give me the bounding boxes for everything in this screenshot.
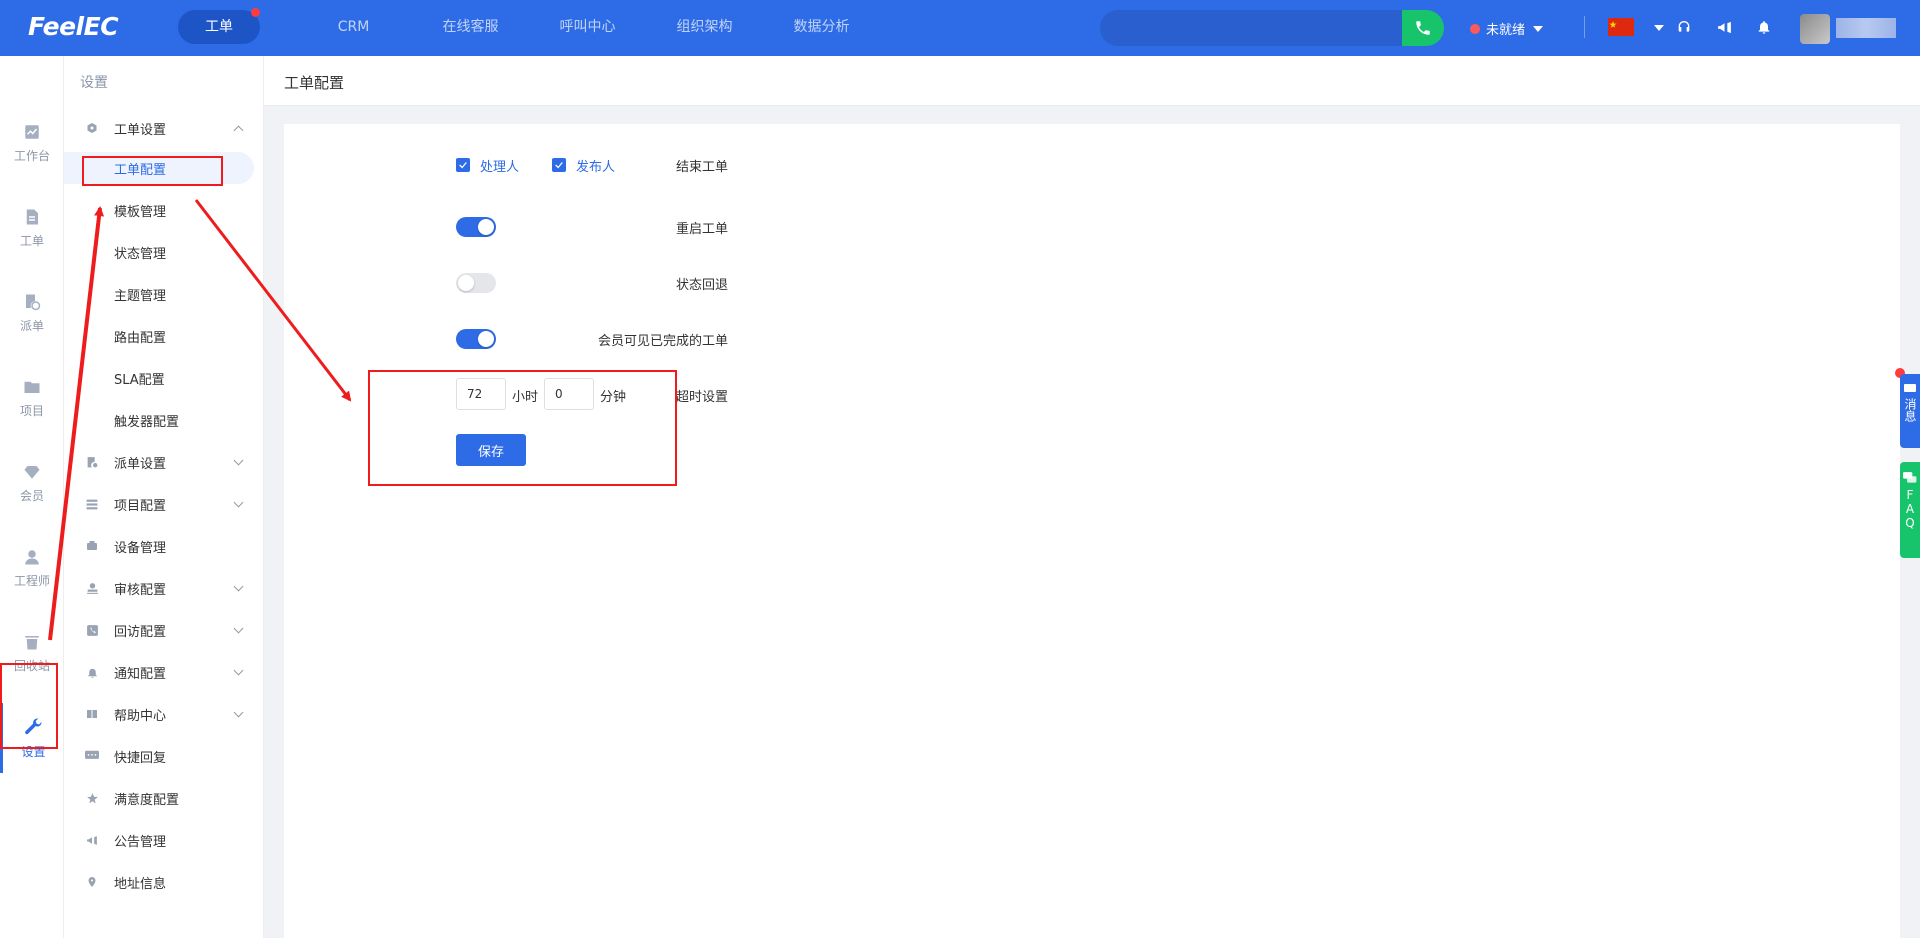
faq-label: FAQ — [1903, 488, 1917, 530]
arrow-submenu-to-timeout — [194, 199, 352, 402]
message-label: 消息 — [1903, 398, 1917, 422]
message-icon — [1904, 384, 1916, 392]
chat-bubbles-icon — [1903, 472, 1917, 483]
arrow-settings-to-submenu — [48, 206, 105, 641]
message-float-tab[interactable]: 消息 — [1900, 374, 1920, 448]
faq-float-tab[interactable]: FAQ — [1900, 462, 1920, 558]
annotation-arrows — [48, 199, 352, 641]
